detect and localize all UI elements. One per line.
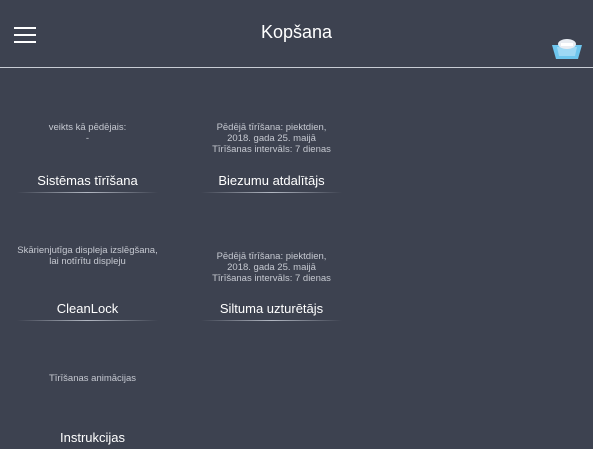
tile-underline — [17, 192, 158, 193]
tile-info: veikts kā pēdējais: - — [5, 122, 170, 144]
info-line: veikts kā pēdējais: — [48, 122, 127, 133]
info-line: Tīrīšanas intervāls: 7 dienas — [212, 273, 331, 284]
info-line: Pēdējā tīrīšana: piektdien, — [216, 122, 327, 133]
info-line: - — [85, 133, 90, 144]
info-line: lai notīrītu displeju — [49, 256, 126, 267]
tile-info: Pēdējā tīrīšana: piektdien, 2018. gada 2… — [189, 251, 354, 284]
tile-instructions[interactable]: Tīrīšanas animācijas Instrukcijas — [10, 373, 175, 447]
info-line: Pēdējā tīrīšana: piektdien, — [216, 251, 327, 262]
coffee-machine-icon[interactable] — [550, 37, 584, 61]
info-line: Skārienjutīga displeja izslēgšana, — [17, 245, 158, 256]
info-line: 2018. gada 25. maijā — [227, 133, 316, 144]
tile-cleanlock[interactable]: Skārienjutīga displeja izslēgšana, lai n… — [5, 245, 170, 323]
info-line: 2018. gada 25. maijā — [227, 262, 316, 273]
tile-underline — [201, 192, 342, 193]
tile-info: Tīrīšanas animācijas — [10, 373, 175, 384]
tile-grounds-separator[interactable]: Pēdējā tīrīšana: piektdien, 2018. gada 2… — [189, 122, 354, 194]
info-line: Tīrīšanas animācijas — [48, 373, 137, 384]
tile-label: Biezumu atdalītājs — [218, 173, 325, 188]
tile-info: Skārienjutīga displeja izslēgšana, lai n… — [5, 245, 170, 267]
tile-label: CleanLock — [56, 301, 119, 316]
tile-label: Instrukcijas — [59, 430, 126, 445]
tile-info: Pēdējā tīrīšana: piektdien, 2018. gada 2… — [189, 122, 354, 155]
info-line: Tīrīšanas intervāls: 7 dienas — [212, 144, 331, 155]
page-title: Kopšana — [260, 22, 333, 42]
tile-label: Sistēmas tīrīšana — [37, 173, 138, 188]
tile-warmer[interactable]: Pēdējā tīrīšana: piektdien, 2018. gada 2… — [189, 251, 354, 323]
tile-underline — [17, 320, 158, 321]
header-bar: Kopšana — [0, 0, 593, 68]
tile-underline — [201, 320, 342, 321]
tile-system-cleaning[interactable]: veikts kā pēdējais: - Sistēmas tīrīšana — [5, 122, 170, 194]
tile-label: Siltuma uzturētājs — [219, 301, 324, 316]
